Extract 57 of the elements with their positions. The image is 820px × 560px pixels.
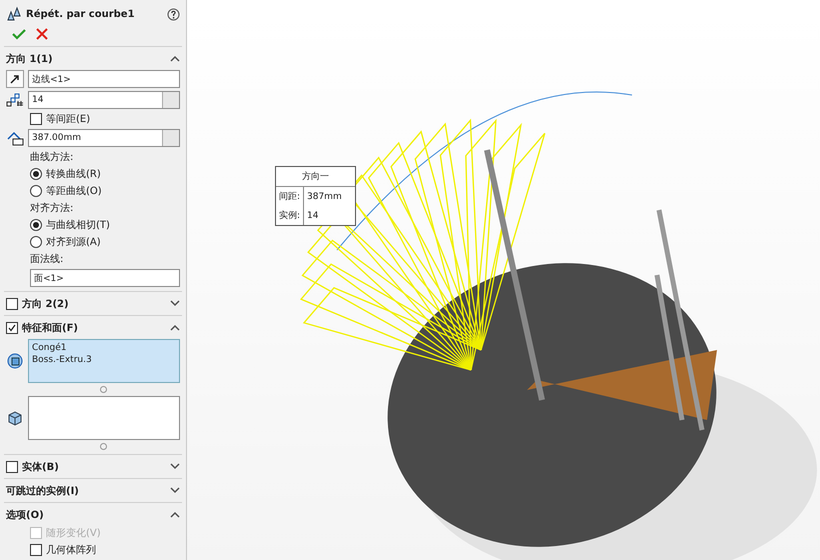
chevron-icon[interactable] (170, 511, 180, 518)
callout-value: 387mm (303, 187, 355, 206)
arrow-icon (9, 73, 21, 85)
panel-title: Répét. par courbe1 (26, 8, 136, 20)
radio-label: 与曲线相切(T) (46, 218, 110, 232)
radio-button[interactable] (30, 219, 42, 231)
pattern-count-icon (6, 93, 24, 107)
section-checkbox[interactable] (6, 322, 18, 334)
checkbox-label: 随形变化(V) (46, 526, 101, 540)
body-icon (6, 409, 24, 427)
selection-list[interactable]: Congé1 Boss.-Extru.3 (28, 339, 180, 383)
curve-pattern-icon (6, 6, 22, 22)
section-title: 选项(O) (6, 508, 45, 522)
close-icon[interactable] (36, 28, 48, 40)
section-title: 可跳过的实例(I) (6, 484, 80, 498)
feature-icon (6, 352, 24, 370)
spin-field[interactable]: 14 (28, 91, 180, 109)
section-title: 方向 1(1) (6, 52, 54, 66)
group-label: 对齐方法: (30, 202, 74, 215)
radio-label: 转换曲线(R) (46, 168, 101, 181)
chevron-icon[interactable] (170, 487, 180, 494)
confirm-icon[interactable] (12, 28, 26, 40)
section-checkbox[interactable] (6, 298, 18, 310)
resize-handle[interactable] (100, 386, 106, 393)
checkbox-label: 几何体阵列 (46, 544, 96, 557)
selection-list[interactable] (28, 396, 180, 440)
section-checkbox[interactable] (6, 460, 18, 472)
checkbox[interactable] (30, 544, 42, 556)
chevron-icon[interactable] (170, 55, 180, 62)
list-entry[interactable]: Boss.-Extru.3 (32, 355, 176, 365)
callout-title: 方向一 (276, 167, 355, 187)
distance-icon (6, 130, 24, 146)
checkbox-label: 等间距(E) (46, 113, 90, 126)
chevron-icon[interactable] (170, 463, 180, 470)
checkbox[interactable] (30, 113, 42, 125)
radio-label: 对齐到源(A) (46, 236, 101, 249)
group-label: 曲线方法: (30, 150, 74, 164)
radio-label: 等距曲线(O) (46, 184, 102, 198)
radio-button[interactable] (30, 236, 42, 248)
help-icon[interactable] (167, 8, 180, 20)
input-field[interactable]: 边线<1> (28, 70, 180, 88)
section-title: 特征和面(F) (22, 322, 79, 334)
list-entry[interactable]: Congé1 (32, 343, 176, 353)
chevron-icon[interactable] (170, 324, 180, 331)
callout-label: 实例: (278, 210, 302, 222)
callout-value: 14 (303, 206, 355, 225)
group-label: 面法线: (30, 252, 64, 266)
input-field[interactable]: 面<1> (30, 269, 180, 287)
section-title: 实体(B) (22, 460, 60, 474)
reverse-direction-button[interactable] (6, 70, 24, 88)
radio-button[interactable] (30, 168, 42, 180)
resize-handle[interactable] (100, 443, 106, 450)
radio-button[interactable] (30, 185, 42, 197)
spin-field[interactable]: 387.00mm (28, 129, 180, 147)
chevron-icon[interactable] (170, 300, 180, 307)
section-title: 方向 2(2) (22, 297, 70, 310)
callout-label: 间距: (278, 190, 302, 203)
